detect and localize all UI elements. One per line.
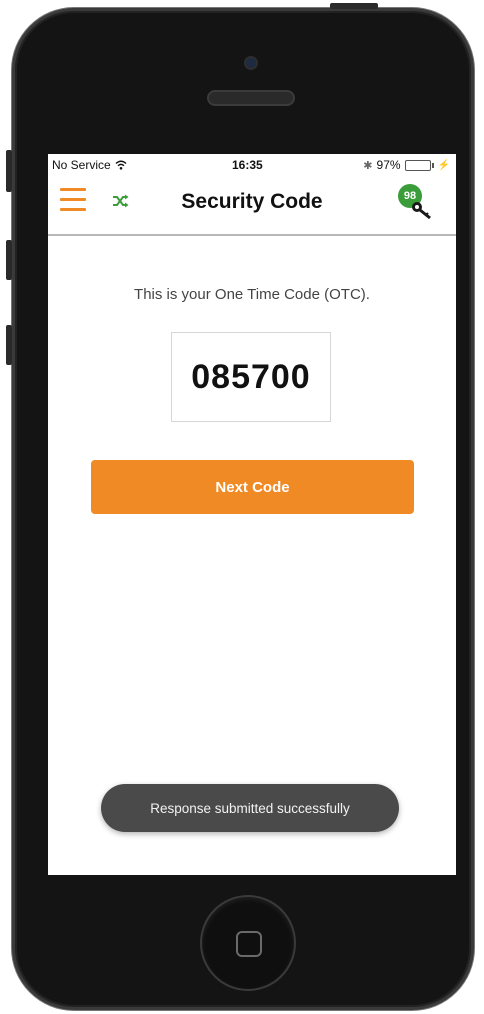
status-bar: No Service 16:35 ✱ 97% ⚡ bbox=[48, 154, 456, 176]
toast-message: Response submitted successfully bbox=[101, 784, 399, 832]
status-time: 16:35 bbox=[232, 158, 263, 172]
status-right: ✱ 97% ⚡ bbox=[363, 158, 450, 172]
charging-icon: ⚡ bbox=[437, 159, 450, 171]
key-shape bbox=[412, 202, 431, 220]
front-camera bbox=[244, 56, 258, 70]
app-screen: No Service 16:35 ✱ 97% ⚡ Security Code 9… bbox=[48, 154, 456, 875]
battery-percent: 97% bbox=[376, 158, 401, 172]
bluetooth-icon: ✱ bbox=[363, 159, 373, 172]
volume-up-button bbox=[6, 240, 12, 280]
volume-down-button bbox=[6, 325, 12, 365]
otc-code-display: 085700 bbox=[171, 332, 331, 422]
status-left: No Service bbox=[52, 158, 127, 172]
wifi-icon bbox=[115, 160, 127, 170]
navigation-bar: Security Code 98 bbox=[48, 176, 456, 236]
earpiece-speaker bbox=[207, 90, 295, 106]
home-square-icon bbox=[236, 931, 262, 957]
otc-code: 085700 bbox=[191, 357, 311, 396]
key-icon[interactable]: 98 bbox=[398, 184, 442, 224]
battery-tip bbox=[431, 162, 434, 168]
mute-switch bbox=[6, 150, 12, 192]
battery-icon bbox=[404, 159, 431, 171]
power-button bbox=[330, 3, 378, 9]
otc-intro-text: This is your One Time Code (OTC). bbox=[134, 286, 370, 303]
carrier-label: No Service bbox=[52, 158, 111, 172]
page-title: Security Code bbox=[181, 190, 323, 213]
next-code-button[interactable]: Next Code bbox=[91, 460, 414, 514]
home-button[interactable] bbox=[200, 895, 296, 991]
